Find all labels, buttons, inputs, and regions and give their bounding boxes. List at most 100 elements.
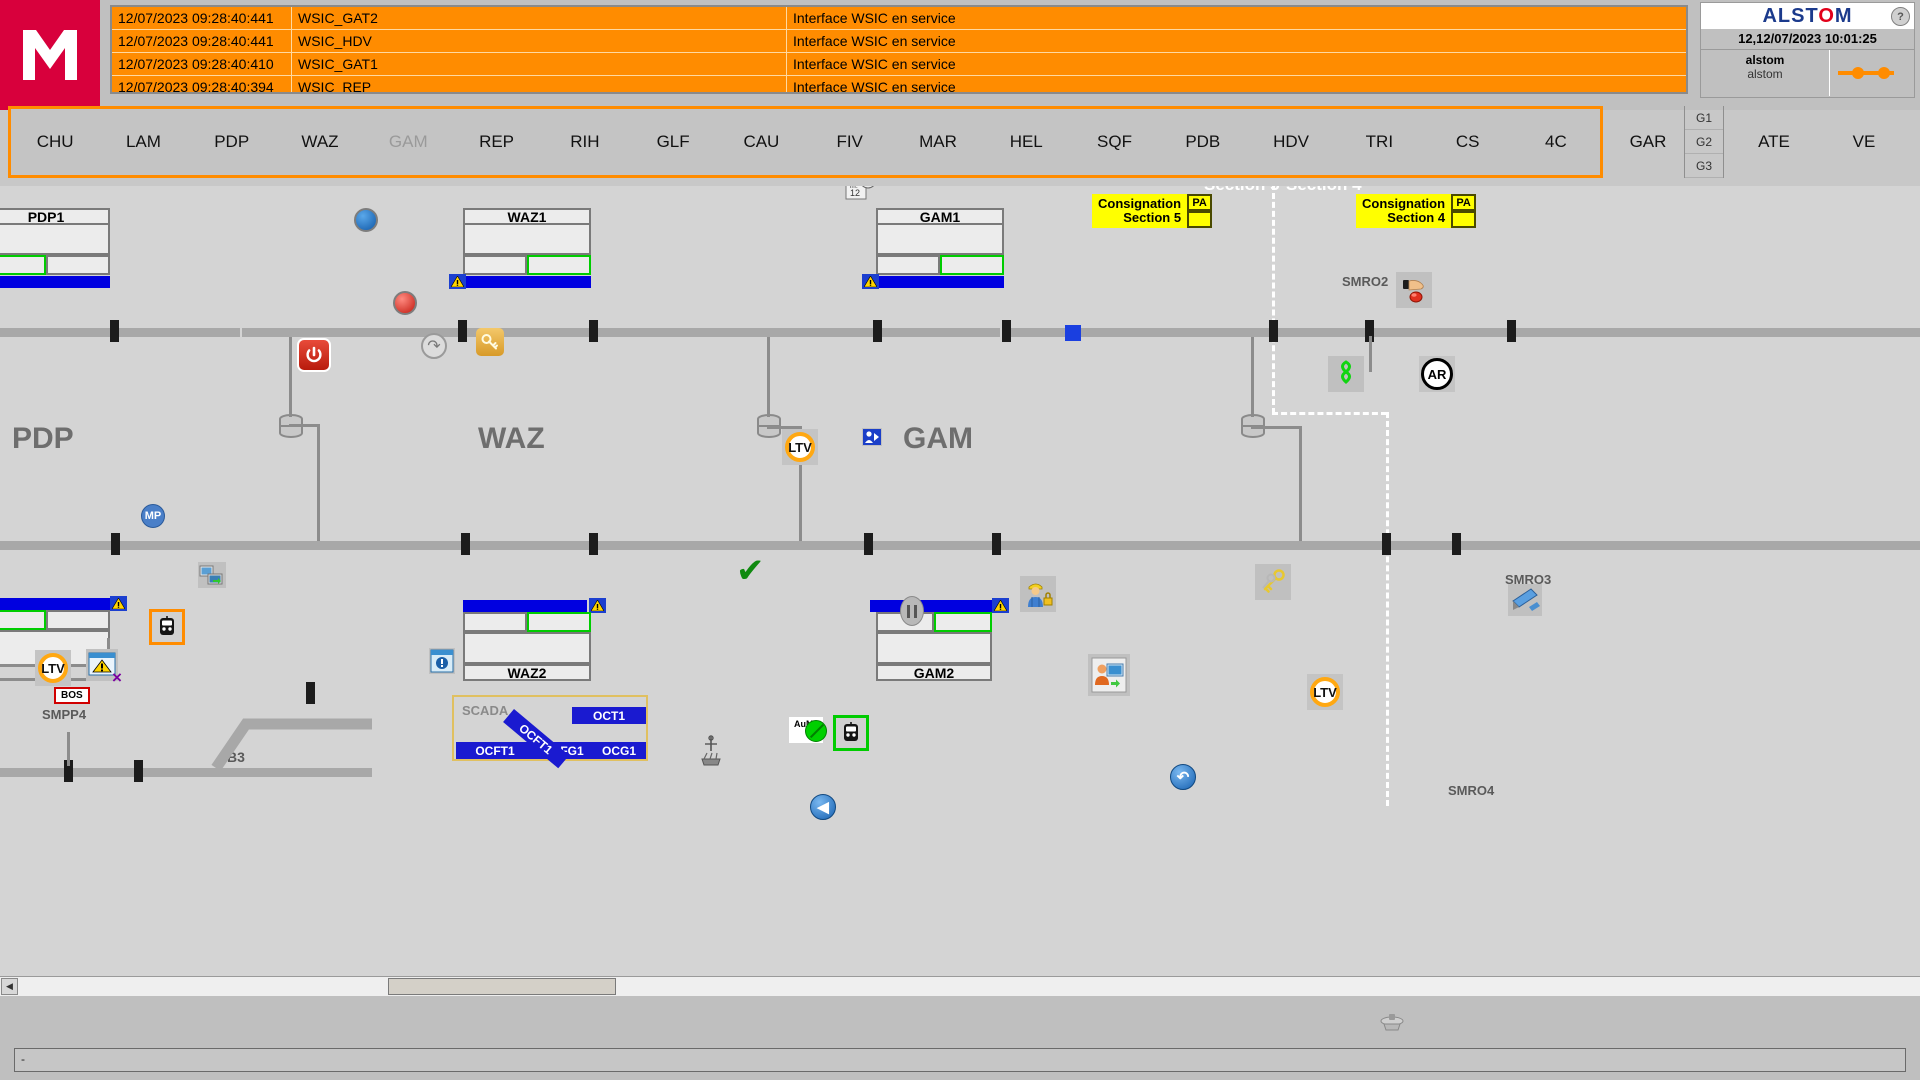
broom-icon[interactable] (1378, 1012, 1406, 1039)
synoptic-diagram[interactable]: PDP WAZ GAM Section 5 Section 4 Consigna… (0, 186, 1920, 976)
station-waz1-cell-a[interactable] (463, 255, 527, 275)
scada-segment-ocg1[interactable]: OCG1 (592, 742, 646, 759)
keys-icon[interactable] (1255, 564, 1291, 600)
consignation-section-5[interactable]: Consignation Section 5 PA (1092, 194, 1213, 228)
warning-triangle-icon[interactable] (449, 274, 466, 289)
mp-badge[interactable]: MP (141, 504, 165, 528)
station-waz2-cell-a[interactable] (463, 612, 527, 632)
track-marker[interactable] (1507, 320, 1516, 342)
turnout-symbol[interactable] (278, 414, 304, 443)
worker-lock-icon[interactable] (1020, 576, 1056, 612)
scada-panel[interactable]: SCADA OCT1 OCFT1 OCFG1 OCG1 OCFT1 (452, 695, 648, 769)
nav-item-gar[interactable]: GAR (1612, 132, 1684, 152)
nav-item-chu[interactable]: CHU (11, 132, 99, 152)
ltv-badge-left[interactable]: LTV (35, 650, 71, 686)
track-marker[interactable] (1452, 533, 1461, 555)
track-marker[interactable] (458, 320, 467, 342)
nav-item-glf[interactable]: GLF (629, 132, 717, 152)
station-gam2-cell-b[interactable] (934, 612, 992, 632)
red-lamp-icon[interactable] (393, 291, 417, 315)
nav-item-ve[interactable]: VE (1824, 132, 1904, 152)
nav-item-lam[interactable]: LAM (99, 132, 187, 152)
station-pdp-lower-cell-b[interactable] (46, 610, 110, 630)
station-pdp1-cell-a[interactable] (0, 255, 46, 275)
scada-segment-ocft1-diagonal[interactable]: OCFT1 (503, 709, 570, 769)
track-marker[interactable] (461, 533, 470, 555)
station-pdp1-cell-b[interactable] (46, 255, 110, 275)
nav-item-4c[interactable]: 4C (1512, 132, 1600, 152)
nav-item-mar[interactable]: MAR (894, 132, 982, 152)
help-icon[interactable]: ? (1891, 7, 1910, 26)
station-pdp-lower-cell-a[interactable] (0, 610, 46, 630)
status-bar[interactable]: - (14, 1048, 1906, 1072)
nav-group-g1[interactable]: G1 (1685, 106, 1723, 130)
consignation-5-slot-pa[interactable]: PA (1187, 194, 1213, 211)
close-x-icon[interactable]: × (112, 668, 122, 688)
station-block-pdp1[interactable]: PDP1 (0, 208, 110, 275)
train-icon[interactable] (833, 715, 869, 751)
nav-item-rep[interactable]: REP (452, 132, 540, 152)
remote-user-icon[interactable] (1088, 654, 1130, 696)
nav-item-fiv[interactable]: FIV (806, 132, 894, 152)
power-off-icon[interactable] (297, 338, 331, 372)
nav-item-cau[interactable]: CAU (717, 132, 805, 152)
nav-group-g3[interactable]: G3 (1685, 154, 1723, 178)
station-block-gam1[interactable]: GAM1 (876, 208, 1004, 275)
track-marker[interactable] (110, 320, 119, 342)
track-marker[interactable] (134, 760, 143, 782)
info-icon[interactable] (429, 648, 455, 674)
blue-lamp-icon[interactable] (354, 208, 378, 232)
pause-icon[interactable] (900, 596, 924, 626)
nav-group-g2[interactable]: G2 (1685, 130, 1723, 154)
alarm-row[interactable]: 12/07/2023 09:28:40:410 WSIC_GAT1 Interf… (112, 53, 1686, 76)
calendar-icon[interactable]: m. 12 (845, 186, 875, 200)
consignation-4-slot-pa[interactable]: PA (1451, 194, 1477, 211)
warning-triangle-icon[interactable] (589, 598, 606, 613)
track-marker[interactable] (589, 533, 598, 555)
nav-item-ate[interactable]: ATE (1724, 132, 1824, 152)
station-gam1-cell-a[interactable] (876, 255, 940, 275)
bos-badge[interactable]: BOS (54, 687, 90, 704)
person-access-icon[interactable] (862, 428, 882, 446)
track-marker[interactable] (873, 320, 882, 342)
alarm-list[interactable]: 12/07/2023 09:28:40:441 WSIC_GAT2 Interf… (110, 5, 1688, 94)
nav-item-pdb[interactable]: PDB (1159, 132, 1247, 152)
undo-icon[interactable]: ↶ (1170, 764, 1196, 790)
workstation-icon[interactable] (198, 562, 226, 588)
ar-badge[interactable]: AR (1419, 356, 1455, 392)
track-marker[interactable] (111, 533, 120, 555)
warning-triangle-icon[interactable] (992, 598, 1009, 613)
back-arrow-icon[interactable]: ◀ (810, 794, 836, 820)
scroll-thumb[interactable] (388, 978, 616, 995)
track-marker[interactable] (589, 320, 598, 342)
ltv-badge-right[interactable]: LTV (1307, 674, 1343, 710)
consignation-section-4[interactable]: Consignation Section 4 PA (1356, 194, 1477, 228)
warning-triangle-icon[interactable] (862, 274, 879, 289)
train-position-indicator[interactable] (1065, 325, 1081, 341)
track-marker[interactable] (1269, 320, 1278, 342)
track-marker[interactable] (992, 533, 1001, 555)
warning-triangle-icon[interactable] (110, 596, 127, 611)
hand-emergency-stop-icon[interactable] (1396, 272, 1432, 308)
no-entry-green-icon[interactable] (805, 720, 827, 742)
horizontal-scrollbar[interactable]: ◀ (0, 976, 1920, 996)
key-icon[interactable] (476, 328, 504, 356)
nav-item-waz[interactable]: WAZ (276, 132, 364, 152)
nav-item-cs[interactable]: CS (1424, 132, 1512, 152)
anchor-icon[interactable] (696, 734, 726, 768)
station-block-gam2[interactable]: GAM2 (876, 612, 992, 681)
nav-item-hdv[interactable]: HDV (1247, 132, 1335, 152)
train-icon[interactable] (149, 609, 185, 645)
station-waz1-cell-b[interactable] (527, 255, 591, 275)
scada-segment-oct1[interactable]: OCT1 (572, 707, 646, 724)
nav-item-tri[interactable]: TRI (1335, 132, 1423, 152)
track-marker[interactable] (1382, 533, 1391, 555)
nav-item-sqf[interactable]: SQF (1070, 132, 1158, 152)
maintenance-tool-icon[interactable] (1508, 584, 1542, 616)
track-marker[interactable] (864, 533, 873, 555)
nav-item-hel[interactable]: HEL (982, 132, 1070, 152)
scroll-left-arrow[interactable]: ◀ (1, 978, 18, 995)
alarm-row[interactable]: 12/07/2023 09:28:40:441 WSIC_GAT2 Interf… (112, 7, 1686, 30)
station-block-waz1[interactable]: WAZ1 (463, 208, 591, 275)
green-signal-icon[interactable] (1328, 356, 1364, 392)
